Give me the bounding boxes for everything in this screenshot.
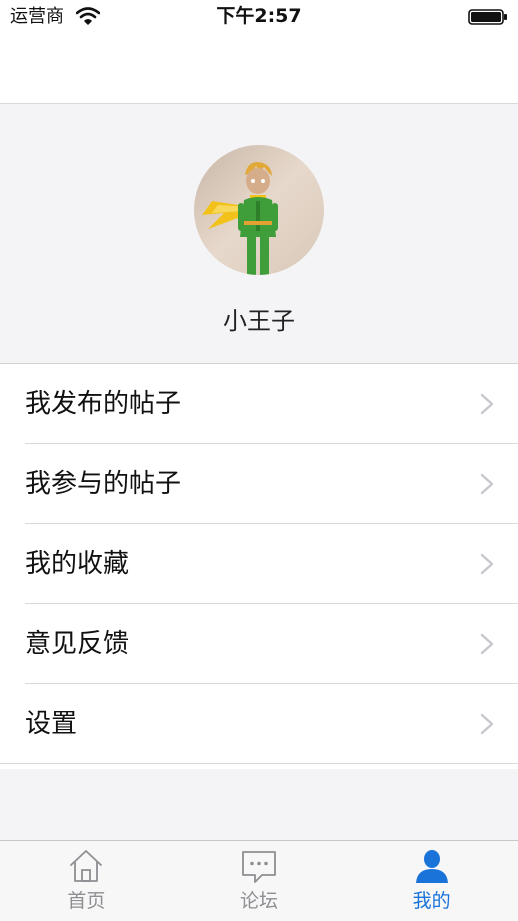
navigation-bar [0,34,518,104]
chevron-right-icon [480,633,494,655]
username: 小王子 [223,307,295,335]
chevron-right-icon [480,553,494,575]
menu-item-settings[interactable]: 设置 [0,684,518,764]
menu-item-label: 设置 [25,709,78,739]
tab-forum[interactable]: 论坛 [173,841,346,921]
battery-icon [468,9,507,25]
tab-home[interactable]: 首页 [0,841,173,921]
menu-item-label: 我参与的帖子 [25,469,182,499]
chevron-right-icon [480,393,494,415]
tab-label: 我的 [412,890,451,912]
menu-list: 我发布的帖子 我参与的帖子 我的收藏 意见反馈 设置 [0,364,518,764]
home-icon [70,850,103,882]
menu-item-participated-posts[interactable]: 我参与的帖子 [0,444,518,524]
tab-label: 首页 [67,890,106,912]
status-time: 下午2:57 [216,5,302,27]
menu-item-label: 我发布的帖子 [25,389,182,419]
tab-bar: 首页 论坛 我的 [0,840,518,921]
profile-header: 小王子 [0,104,518,364]
tab-mine[interactable]: 我的 [345,841,518,921]
status-bar: 运营商 下午2:57 [0,0,518,34]
avatar[interactable] [194,145,324,275]
chevron-right-icon [480,713,494,735]
menu-item-favorites[interactable]: 我的收藏 [0,524,518,604]
content-background [0,769,518,840]
person-icon [415,850,448,883]
chevron-right-icon [480,473,494,495]
avatar-image [194,145,324,275]
menu-item-my-posts[interactable]: 我发布的帖子 [0,364,518,444]
tab-label: 论坛 [240,890,279,912]
menu-item-label: 我的收藏 [25,549,130,579]
menu-item-feedback[interactable]: 意见反馈 [0,604,518,684]
chat-bubble-icon [242,851,276,883]
menu-item-label: 意见反馈 [25,629,130,659]
